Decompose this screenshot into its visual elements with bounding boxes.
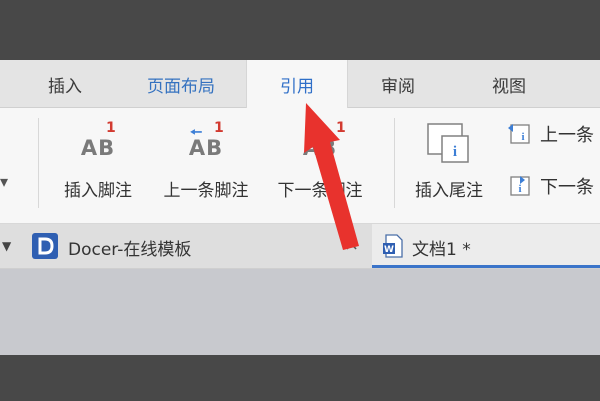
pointer-arrow-shape [304, 103, 359, 250]
red-pointer-arrow [304, 103, 359, 250]
